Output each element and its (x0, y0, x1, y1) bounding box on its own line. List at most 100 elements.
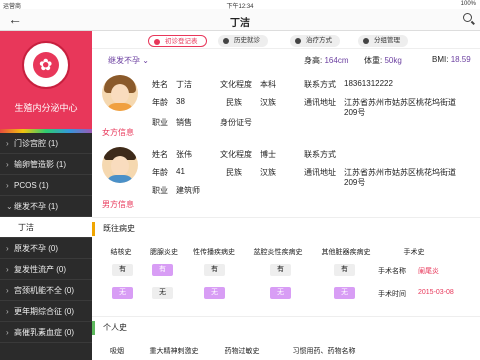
tb-yes-option[interactable]: 有 (112, 264, 133, 276)
female-job: 销售 (176, 118, 192, 127)
male-edu: 博士 (260, 150, 276, 159)
chevron-right-icon: › (6, 139, 9, 148)
sidebar-item-label: 原发不孕 (0) (14, 244, 58, 253)
female-addr-line2: 209号 (344, 108, 366, 117)
sidebar-item[interactable]: › PCOS (1) (0, 175, 92, 196)
male-eth: 汉族 (260, 168, 276, 177)
std-no-option[interactable]: 无 (204, 287, 225, 299)
sidebar-item-label: PCOS (1) (14, 181, 49, 190)
battery: 100% (460, 1, 476, 7)
male-name-label: 姓名 (152, 150, 168, 159)
divider (92, 316, 480, 317)
hdr-other-organ: 其他脏器疾病史 (321, 249, 371, 256)
tab-history-visits[interactable]: 历史就诊 (218, 35, 268, 47)
chevron-right-icon: › (6, 307, 9, 316)
height-label: 身高: (304, 56, 323, 65)
male-age-label: 年龄 (152, 168, 168, 177)
sidebar-item[interactable]: ⌄继发不孕 (1) (0, 196, 92, 217)
mumps-no-option[interactable]: 无 (152, 287, 173, 299)
hdr-mental-stress: 重大精神刺激史 (149, 348, 199, 355)
hdr-habitual-drugs: 习惯用药、药物名称 (292, 348, 356, 355)
tab-treatment[interactable]: 治疗方式 (290, 35, 340, 47)
chevron-right-icon: › (6, 160, 9, 169)
status-bar: 运营商 下午12:34 100% (0, 0, 480, 10)
female-age-label: 年龄 (152, 98, 168, 107)
female-edu: 本科 (260, 80, 276, 89)
female-name-label: 姓名 (152, 80, 168, 89)
category-label: 继发不孕 (108, 56, 140, 65)
sidebar-item-label: 继发不孕 (1) (14, 202, 58, 211)
female-phone-label: 联系方式 (304, 80, 336, 89)
sidebar-item[interactable]: 丁洁 (0, 217, 92, 238)
sidebar-item-label: 复发性流产 (0) (14, 265, 66, 274)
male-addr-line2: 209号 (344, 178, 366, 187)
sidebar: 生殖内分泌中心 › 门诊宫腔 (1) › 输卵管造影 (1) › PCOS (1) ⌄继发不… (0, 31, 92, 360)
hdr-mumps: 腮腺炎史 (150, 249, 178, 256)
female-name: 丁洁 (176, 80, 192, 89)
chevron-right-icon: › (6, 181, 9, 190)
bmi-label: BMI: (432, 55, 449, 64)
pid-no-option[interactable]: 无 (270, 287, 291, 299)
height-metric: 身高: 164cm (304, 55, 348, 66)
surgery-time-value[interactable]: 2015-03-08 (418, 289, 454, 296)
sidebar-item-label: 门诊宫腔 (1) (14, 139, 58, 148)
bmi-value: 18.59 (450, 55, 471, 64)
weight-label: 体重: (364, 56, 383, 65)
male-info-link[interactable]: 男方信息 (102, 199, 134, 210)
main-panel: 初诊登记表 历史就诊 治疗方式 分组管理 继发不孕 ⌄ 身高: 164cm 体重… (92, 31, 480, 360)
hdr-smoking: 吸烟 (110, 348, 124, 355)
other-organ-no-option[interactable]: 无 (334, 287, 355, 299)
female-age: 38 (176, 97, 185, 106)
brand-name: 生殖内分泌中心 (14, 103, 78, 113)
tab-registration[interactable]: 初诊登记表 (148, 35, 207, 47)
weight-metric: 体重: 50kg (364, 55, 402, 66)
female-avatar (102, 75, 138, 111)
sidebar-item[interactable]: › 复发性流产 (0) (0, 259, 92, 280)
hdr-tb: 结核史 (110, 249, 132, 256)
chevron-down-icon: ⌄ (142, 56, 149, 65)
male-addr-label: 通讯地址 (304, 168, 336, 177)
sidebar-item-label: 丁洁 (18, 223, 34, 232)
tab-bar: 初诊登记表 历史就诊 治疗方式 分组管理 (92, 31, 480, 49)
sidebar-item-label: 宫颈机能不全 (0) (14, 286, 74, 295)
surgery-name-value[interactable]: 阑尾炎 (418, 266, 439, 276)
mumps-yes-option[interactable]: 有 (152, 264, 173, 276)
pid-yes-option[interactable]: 有 (270, 264, 291, 276)
female-info-link[interactable]: 女方信息 (102, 127, 134, 138)
chevron-down-icon: ⌄ (6, 202, 13, 211)
tab-group-management[interactable]: 分组管理 (358, 35, 408, 47)
std-yes-option[interactable]: 有 (204, 264, 225, 276)
female-eth: 汉族 (260, 98, 276, 107)
female-addr-label: 通讯地址 (304, 98, 336, 107)
surgery-time-label: 手术时间 (378, 291, 406, 298)
male-avatar (102, 147, 138, 183)
tb-no-option[interactable]: 无 (112, 287, 133, 299)
hdr-drug-allergy: 药物过敏史 (224, 348, 260, 355)
chevron-right-icon: › (6, 286, 9, 295)
female-eth-label: 民族 (226, 98, 242, 107)
male-name: 张伟 (176, 150, 192, 159)
page-title: 丁洁 (230, 18, 250, 29)
male-info: 男方信息 姓名 张伟 文化程度 博士 联系方式 年龄 41 民族 汉族 通讯地址… (92, 143, 480, 215)
category-dropdown[interactable]: 继发不孕 ⌄ (108, 55, 149, 66)
other-organ-yes-option[interactable]: 有 (334, 264, 355, 276)
hospital-logo (22, 41, 70, 89)
sidebar-item[interactable]: › 宫颈机能不全 (0) (0, 280, 92, 301)
female-phone: 18361312222 (344, 79, 393, 88)
chevron-right-icon: › (6, 265, 9, 274)
sidebar-item[interactable]: › 更年期综合征 (0) (0, 301, 92, 322)
sidebar-item[interactable]: › 高催乳素血症 (0) (0, 322, 92, 343)
divider (92, 217, 480, 218)
sidebar-item[interactable]: › 输卵管造影 (1) (0, 154, 92, 175)
chevron-right-icon: › (6, 328, 9, 337)
male-eth-label: 民族 (226, 168, 242, 177)
hdr-surgery: 手术史 (403, 249, 425, 256)
female-job-label: 职业 (152, 118, 168, 127)
male-edu-label: 文化程度 (220, 150, 252, 159)
sidebar-item[interactable]: › 门诊宫腔 (1) (0, 133, 92, 154)
sidebar-item-label: 更年期综合征 (0) (14, 307, 74, 316)
sidebar-item[interactable]: › 原发不孕 (0) (0, 238, 92, 259)
search-icon[interactable] (463, 13, 472, 22)
male-phone-label: 联系方式 (304, 150, 336, 159)
nav-bar: ← 丁洁 (0, 9, 480, 31)
